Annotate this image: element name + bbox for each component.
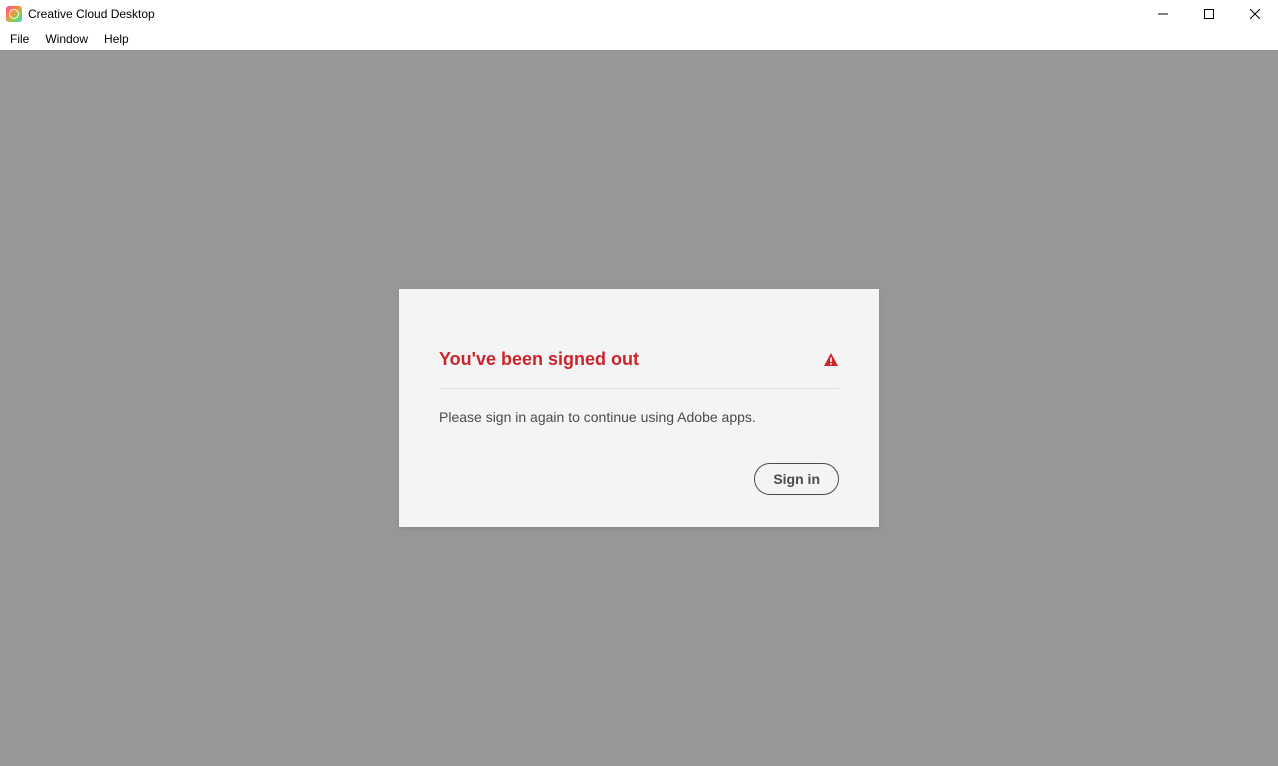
window-controls [1140, 0, 1278, 27]
signed-out-dialog: You've been signed out Please sign in ag… [399, 289, 879, 527]
maximize-button[interactable] [1186, 0, 1232, 27]
dialog-header: You've been signed out [439, 349, 839, 388]
close-icon [1250, 9, 1260, 19]
maximize-icon [1204, 9, 1214, 19]
dialog-message: Please sign in again to continue using A… [439, 389, 839, 425]
menu-item-file[interactable]: File [2, 29, 37, 49]
minimize-icon [1158, 9, 1168, 19]
dialog-footer: Sign in [439, 463, 839, 495]
dialog-title: You've been signed out [439, 349, 639, 370]
menu-item-help[interactable]: Help [96, 29, 137, 49]
alert-icon [823, 352, 839, 368]
sign-in-button[interactable]: Sign in [754, 463, 839, 495]
menu-item-window[interactable]: Window [37, 29, 96, 49]
content-area: You've been signed out Please sign in ag… [0, 50, 1278, 766]
menubar: File Window Help [0, 27, 1278, 50]
app-icon [6, 6, 22, 22]
minimize-button[interactable] [1140, 0, 1186, 27]
titlebar: Creative Cloud Desktop [0, 0, 1278, 27]
titlebar-left: Creative Cloud Desktop [6, 6, 155, 22]
close-button[interactable] [1232, 0, 1278, 27]
window-title: Creative Cloud Desktop [28, 7, 155, 21]
